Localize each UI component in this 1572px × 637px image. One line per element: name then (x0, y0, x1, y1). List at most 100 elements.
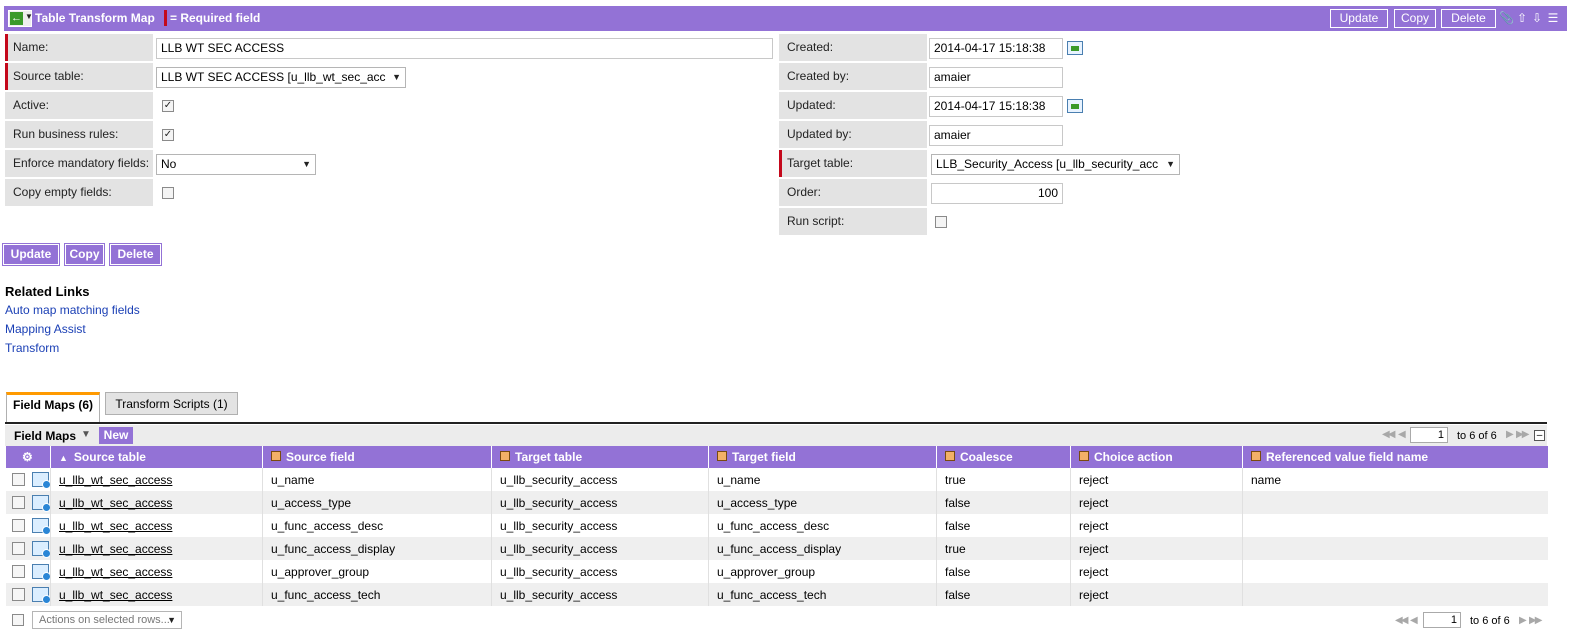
copy-empty-checkbox[interactable] (162, 187, 174, 199)
table-cell: reject (1070, 560, 1243, 583)
record-preview-icon[interactable] (31, 518, 51, 536)
updated-label: Updated: (779, 92, 927, 119)
created-by-input[interactable]: amaier (929, 67, 1063, 88)
column-icon (1251, 451, 1261, 461)
row-checkbox[interactable] (11, 473, 25, 487)
enforce-mandatory-select[interactable]: No ▼ (156, 154, 316, 175)
copy-button[interactable]: Copy (64, 243, 105, 266)
list-icon[interactable]: ☰ (1547, 11, 1559, 25)
table-cell: u_func_access_tech (262, 583, 492, 606)
last-page-icon[interactable]: ▶▶ (1516, 429, 1529, 440)
row-checkbox[interactable] (11, 588, 25, 602)
active-checkbox[interactable]: ✓ (162, 100, 174, 112)
record-preview-icon[interactable] (31, 541, 51, 559)
header-update-button[interactable]: Update (1330, 9, 1388, 28)
enforce-mandatory-label: Enforce mandatory fields: (5, 150, 153, 177)
calendar-icon[interactable] (1067, 41, 1083, 55)
column-header[interactable]: ▲ Source table (50, 446, 263, 468)
next-page-icon[interactable]: ▶ (1506, 429, 1514, 440)
row-select-cell (5, 583, 51, 606)
row-checkbox[interactable] (11, 496, 25, 510)
update-button[interactable]: Update (2, 243, 60, 266)
calendar-icon[interactable] (1067, 99, 1083, 113)
column-header[interactable]: Source field (262, 446, 492, 468)
row-checkbox[interactable] (11, 542, 25, 556)
table-row[interactable]: u_llb_wt_sec_access u_func_access_display… (5, 537, 1548, 560)
name-label: Name: (5, 34, 153, 61)
record-link[interactable]: u_llb_wt_sec_access (59, 496, 172, 510)
created-input[interactable]: 2014-04-17 15:18:38 (929, 38, 1063, 59)
record-link[interactable]: u_llb_wt_sec_access (59, 542, 172, 556)
select-all-checkbox[interactable] (12, 614, 24, 626)
row-select-cell (5, 514, 51, 537)
tab-transform-scripts[interactable]: Transform Scripts (1) (105, 392, 238, 415)
auto-map-link[interactable]: Auto map matching fields (5, 303, 140, 317)
name-input[interactable]: LLB WT SEC ACCESS (156, 38, 773, 59)
next-page-icon[interactable]: ▶ (1519, 615, 1527, 626)
mapping-assist-link[interactable]: Mapping Assist (5, 322, 86, 336)
table-cell: true (936, 468, 1071, 491)
table-row[interactable]: u_llb_wt_sec_access u_approver_group u_llb… (5, 560, 1548, 583)
updated-by-input[interactable]: amaier (929, 125, 1063, 146)
column-header[interactable]: Target field (708, 446, 937, 468)
record-link[interactable]: u_llb_wt_sec_access (59, 519, 172, 533)
chevron-down-icon: ▼ (302, 159, 311, 169)
transform-link[interactable]: Transform (5, 341, 59, 355)
order-input[interactable]: 100 (931, 183, 1063, 204)
table-cell: name (1242, 468, 1548, 491)
first-page-icon[interactable]: ◀◀ (1395, 615, 1408, 626)
target-table-select[interactable]: LLB_Security_Access [u_llb_security_acc … (931, 154, 1180, 175)
record-link[interactable]: u_llb_wt_sec_access (59, 473, 172, 487)
new-button[interactable]: New (99, 427, 133, 444)
table-row[interactable]: u_llb_wt_sec_access u_name u_llb_security_… (5, 468, 1548, 491)
down-arrow-icon[interactable]: ⇩ (1531, 11, 1543, 25)
record-preview-icon[interactable] (31, 564, 51, 582)
column-header[interactable]: Referenced value field name (1242, 446, 1548, 468)
page-input[interactable]: 1 (1410, 427, 1448, 443)
first-page-icon[interactable]: ◀◀ (1382, 429, 1395, 440)
table-row[interactable]: u_llb_wt_sec_access u_func_access_desc u_l… (5, 514, 1548, 537)
record-link[interactable]: u_llb_wt_sec_access (59, 588, 172, 602)
header-copy-button[interactable]: Copy (1394, 9, 1436, 28)
attachment-icon[interactable]: 📎 (1499, 11, 1514, 25)
table-cell: u_access_type (262, 491, 492, 514)
actions-select[interactable]: Actions on selected rows... ▼ (32, 611, 182, 629)
column-header[interactable]: Coalesce (936, 446, 1071, 468)
run-business-rules-label: Run business rules: (5, 121, 153, 148)
prev-page-icon[interactable]: ◀ (1410, 615, 1418, 626)
tab-field-maps[interactable]: Field Maps (6) (6, 392, 100, 422)
column-header[interactable]: Target table (491, 446, 709, 468)
table-cell: u_llb_wt_sec_access (50, 537, 263, 560)
record-link[interactable]: u_llb_wt_sec_access (59, 565, 172, 579)
column-header[interactable]: Choice action (1070, 446, 1243, 468)
table-cell: reject (1070, 491, 1243, 514)
table-cell (1242, 583, 1548, 606)
table-row[interactable]: u_llb_wt_sec_access u_access_type u_llb_se… (5, 491, 1548, 514)
record-preview-icon[interactable] (31, 495, 51, 513)
table-cell: false (936, 583, 1071, 606)
table-cell: u_func_access_display (262, 537, 492, 560)
prev-page-icon[interactable]: ◀ (1398, 429, 1406, 440)
list-menu-icon[interactable]: ▼ (81, 429, 91, 440)
collapse-icon[interactable]: – (1534, 430, 1545, 441)
settings-gear-icon[interactable]: ⚙ (5, 446, 51, 468)
back-button[interactable]: ← ▼ (8, 10, 33, 27)
header-delete-button[interactable]: Delete (1441, 9, 1496, 28)
delete-button[interactable]: Delete (109, 243, 162, 266)
updated-input[interactable]: 2014-04-17 15:18:38 (929, 96, 1063, 117)
table-cell: u_llb_security_access (491, 583, 709, 606)
source-table-select[interactable]: LLB WT SEC ACCESS [u_llb_wt_sec_acc ▼ (156, 67, 406, 88)
up-arrow-icon[interactable]: ⇧ (1516, 11, 1528, 25)
table-cell: u_llb_wt_sec_access (50, 468, 263, 491)
row-checkbox[interactable] (11, 519, 25, 533)
table-cell: reject (1070, 514, 1243, 537)
table-cell: u_llb_wt_sec_access (50, 514, 263, 537)
row-checkbox[interactable] (11, 565, 25, 579)
last-page-icon[interactable]: ▶▶ (1529, 615, 1542, 626)
page-input[interactable]: 1 (1423, 612, 1461, 628)
record-preview-icon[interactable] (31, 587, 51, 605)
table-row[interactable]: u_llb_wt_sec_access u_func_access_tech u_l… (5, 583, 1548, 606)
run-business-rules-checkbox[interactable]: ✓ (162, 129, 174, 141)
record-preview-icon[interactable] (31, 472, 51, 490)
run-script-checkbox[interactable] (935, 216, 947, 228)
